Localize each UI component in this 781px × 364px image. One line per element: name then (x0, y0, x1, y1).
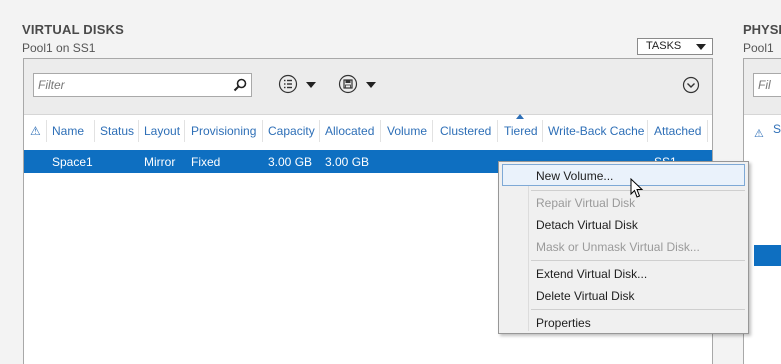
right-grid-toolbar: Fil (744, 59, 781, 115)
column-header-attached[interactable]: Attached (654, 122, 701, 140)
menu-item-extend-virtual-disk[interactable]: Extend Virtual Disk... (536, 264, 647, 284)
column-header-provisioning[interactable]: Provisioning (191, 122, 256, 140)
column-header-row: ⚠ Name Status Layout Provisioning Capaci… (24, 114, 712, 145)
warning-column-icon[interactable]: ⚠ (30, 122, 41, 140)
column-divider (138, 120, 139, 142)
menu-item-detach-virtual-disk[interactable]: Detach Virtual Disk (536, 215, 638, 235)
menu-item-mask-unmask-virtual-disk[interactable]: Mask or Unmask Virtual Disk... (536, 237, 700, 257)
sort-ascending-icon (516, 114, 524, 119)
column-header-write-back-cache[interactable]: Write-Back Cache (548, 122, 644, 140)
chevron-down-icon (696, 44, 706, 50)
column-divider (184, 120, 185, 142)
search-icon[interactable] (233, 78, 247, 92)
column-header-capacity[interactable]: Capacity (268, 122, 315, 140)
column-header-allocated[interactable]: Allocated (325, 122, 374, 140)
expand-icon[interactable] (682, 76, 700, 94)
warning-column-icon: ⚠ (754, 128, 764, 140)
tasks-button[interactable]: TASKS (637, 38, 713, 55)
filter-input[interactable]: Filter (33, 73, 252, 97)
menu-separator (531, 309, 745, 310)
cell-capacity: 3.00 GB (268, 155, 313, 169)
column-header-clustered[interactable]: Clustered (440, 122, 491, 140)
column-header-volume[interactable]: Volume (387, 122, 427, 140)
right-panel-title: PHYSI (743, 22, 781, 37)
context-menu: New Volume... Repair Virtual Disk Detach… (498, 161, 749, 334)
column-divider (497, 120, 498, 142)
menu-item-repair-virtual-disk[interactable]: Repair Virtual Disk (536, 193, 635, 213)
column-divider (647, 120, 648, 142)
grid-toolbar: Filter (24, 59, 712, 115)
column-header-layout[interactable]: Layout (144, 122, 180, 140)
menu-separator (531, 260, 745, 261)
save-icon[interactable] (338, 74, 358, 94)
cell-allocated: 3.00 GB (325, 155, 370, 169)
column-divider (319, 120, 320, 142)
chevron-down-icon[interactable] (366, 82, 376, 88)
mouse-cursor-icon (630, 178, 644, 198)
menu-item-delete-virtual-disk[interactable]: Delete Virtual Disk (536, 286, 634, 306)
tasks-label: TASKS (646, 40, 682, 52)
column-divider (432, 120, 433, 142)
column-divider (94, 120, 95, 142)
column-divider (542, 120, 543, 142)
panel-subtitle: Pool1 on SS1 (22, 41, 96, 55)
menu-item-new-volume[interactable]: New Volume... (536, 166, 613, 186)
right-column-header[interactable]: Sl (773, 122, 781, 136)
column-header-status[interactable]: Status (100, 122, 134, 140)
column-divider (262, 120, 263, 142)
column-divider (46, 120, 47, 142)
column-header-tiered[interactable]: Tiered (504, 122, 538, 140)
menu-item-properties[interactable]: Properties (536, 313, 591, 333)
column-divider (380, 120, 381, 142)
right-filter-input[interactable]: Fil (753, 73, 781, 97)
cell-name: Space1 (52, 155, 93, 169)
column-divider (707, 120, 708, 142)
filter-placeholder: Filter (38, 78, 65, 92)
column-header-name[interactable]: Name (52, 122, 84, 140)
panel-title: VIRTUAL DISKS (22, 22, 125, 37)
cell-provisioning: Fixed (191, 155, 221, 169)
chevron-down-icon[interactable] (306, 82, 316, 88)
menu-gutter (528, 164, 529, 331)
right-selected-row[interactable] (754, 245, 781, 266)
list-options-icon[interactable] (278, 74, 298, 94)
cell-layout: Mirror (144, 155, 176, 169)
